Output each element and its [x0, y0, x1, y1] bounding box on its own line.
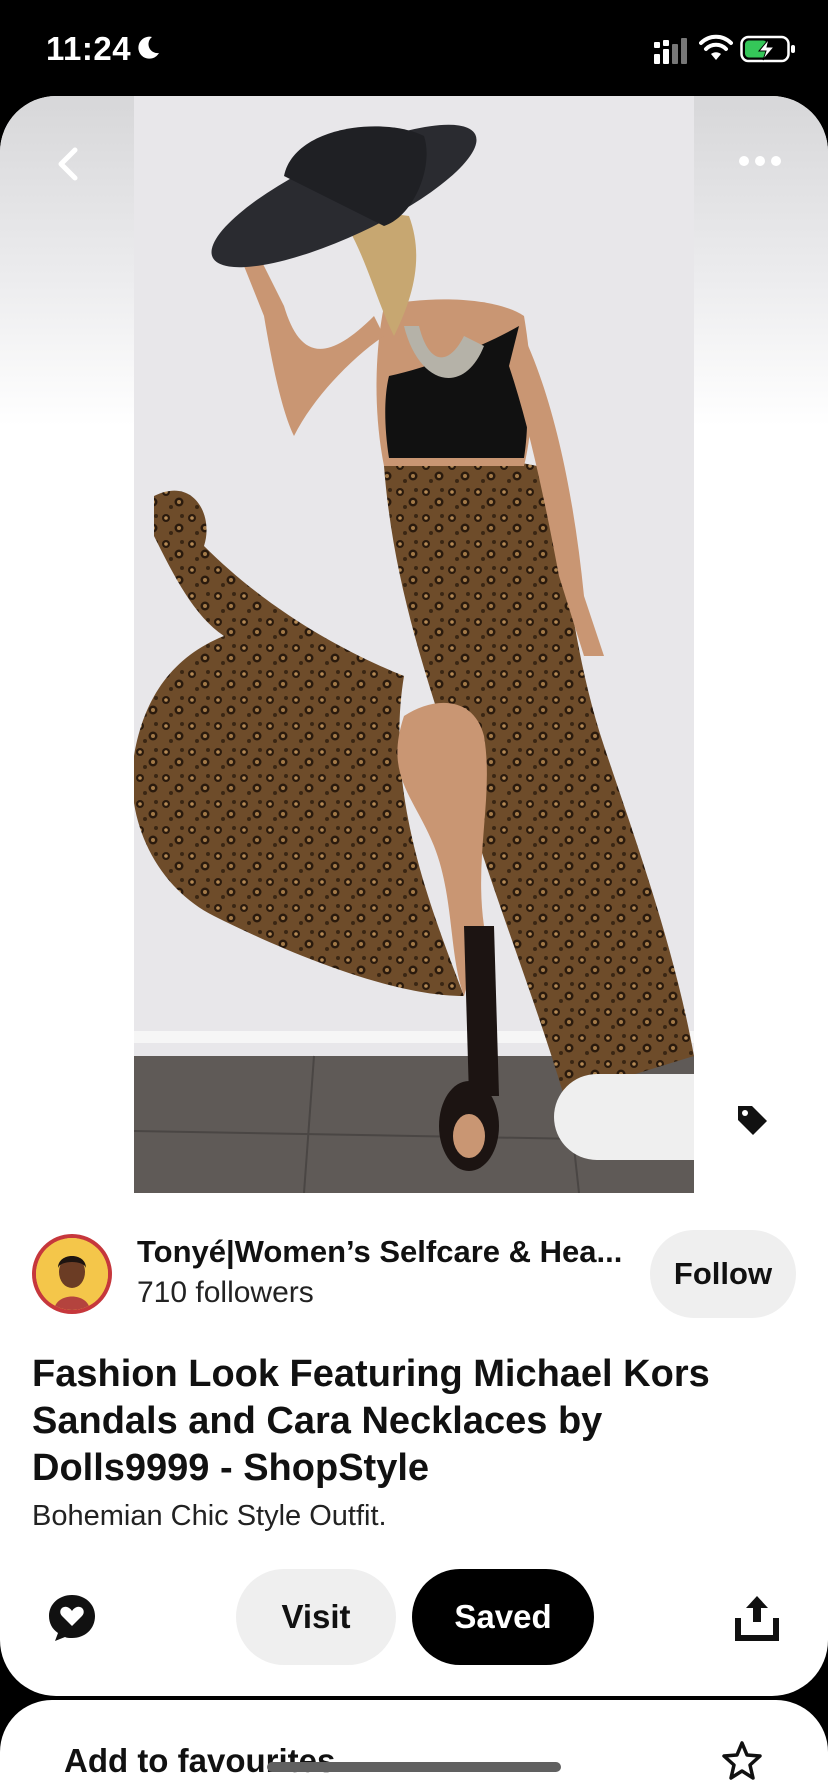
product-pill[interactable]	[554, 1074, 694, 1160]
moon-icon	[138, 36, 159, 59]
cellular-signal-icon	[654, 38, 687, 64]
status-time: 11:24	[46, 30, 132, 67]
visit-button[interactable]: Visit	[236, 1569, 396, 1665]
status-bar: 11:24	[0, 0, 828, 96]
avatar-image	[36, 1238, 108, 1310]
pin-description: Bohemian Chic Style Outfit.	[32, 1500, 387, 1532]
pin-photo[interactable]	[134, 96, 694, 1193]
follower-count: 710 followers	[137, 1276, 314, 1309]
tag-icon	[738, 1106, 767, 1135]
more-options-button[interactable]	[730, 136, 790, 186]
saved-button[interactable]: Saved	[412, 1569, 594, 1665]
battery-charging-icon	[740, 35, 795, 63]
add-to-favourites-label[interactable]: Add to favourites	[64, 1742, 335, 1780]
shop-tag-button[interactable]	[728, 1096, 776, 1144]
wifi-icon	[699, 34, 733, 60]
follow-button[interactable]: Follow	[650, 1230, 796, 1318]
more-dots-icon	[739, 156, 781, 166]
home-indicator[interactable]	[267, 1762, 561, 1772]
star-icon[interactable]	[722, 1740, 762, 1780]
back-button[interactable]	[40, 136, 96, 192]
creator-row: Tonyé|Women’s Selfcare & Hea... 710 foll…	[0, 1230, 828, 1330]
pin-card: Tonyé|Women’s Selfcare & Hea... 710 foll…	[0, 96, 828, 1696]
bottom-sheet[interactable]: Add to favourites	[0, 1700, 828, 1792]
comment-heart-icon[interactable]	[46, 1592, 98, 1644]
share-icon[interactable]	[734, 1592, 780, 1642]
creator-name[interactable]: Tonyé|Women’s Selfcare & Hea...	[137, 1234, 637, 1270]
avatar[interactable]	[32, 1234, 112, 1314]
pin-title: Fashion Look Featuring Michael Kors Sand…	[32, 1353, 710, 1489]
chevron-left-icon	[58, 147, 78, 181]
